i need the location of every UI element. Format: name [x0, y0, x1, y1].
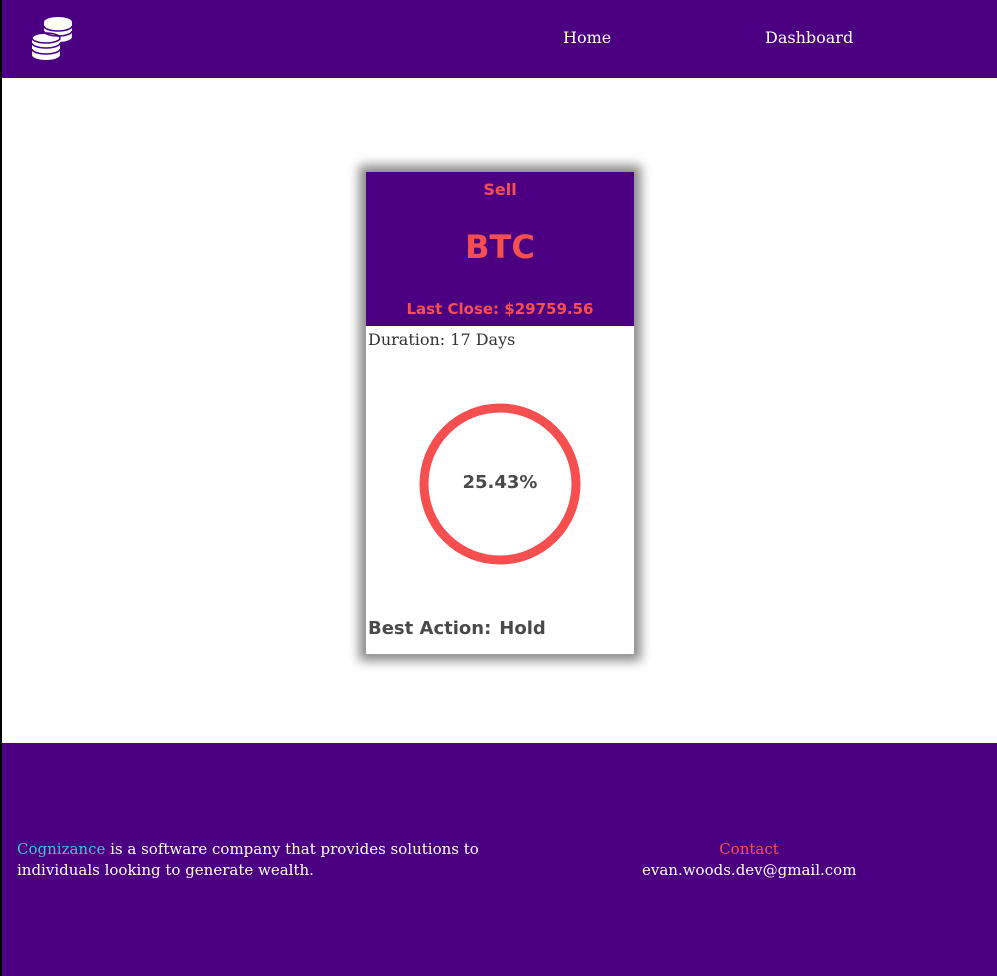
best-action: Best Action: Hold — [368, 618, 554, 639]
ticker-symbol: BTC — [465, 228, 535, 266]
nav-link-dashboard[interactable]: Dashboard — [765, 28, 853, 47]
nav-link-home[interactable]: Home — [563, 28, 611, 47]
best-action-value: Hold — [499, 618, 546, 639]
contact-email-link[interactable]: evan.woods.dev@gmail.com — [642, 860, 856, 881]
contact-block: Contact evan.woods.dev@gmail.com — [642, 839, 856, 881]
footer-about-text: Cognizance is a software company that pr… — [17, 839, 497, 881]
signal-label: Sell — [483, 180, 517, 199]
contact-title: Contact — [719, 840, 779, 858]
coin-stack-icon[interactable] — [30, 16, 76, 60]
prediction-card: Sell BTC Last Close: $29759.56 Duration:… — [366, 172, 634, 654]
brand-name: Cognizance — [17, 840, 106, 858]
last-close-price: Last Close: $29759.56 — [406, 300, 594, 318]
card-header: Sell BTC Last Close: $29759.56 — [366, 172, 634, 326]
top-navbar: Home Dashboard — [2, 0, 997, 78]
best-action-label: Best Action: — [368, 618, 492, 639]
duration-text: Duration: 17 Days — [368, 330, 516, 349]
site-footer: Cognizance is a software company that pr… — [2, 743, 997, 976]
percentage-value: 25.43% — [462, 472, 538, 493]
